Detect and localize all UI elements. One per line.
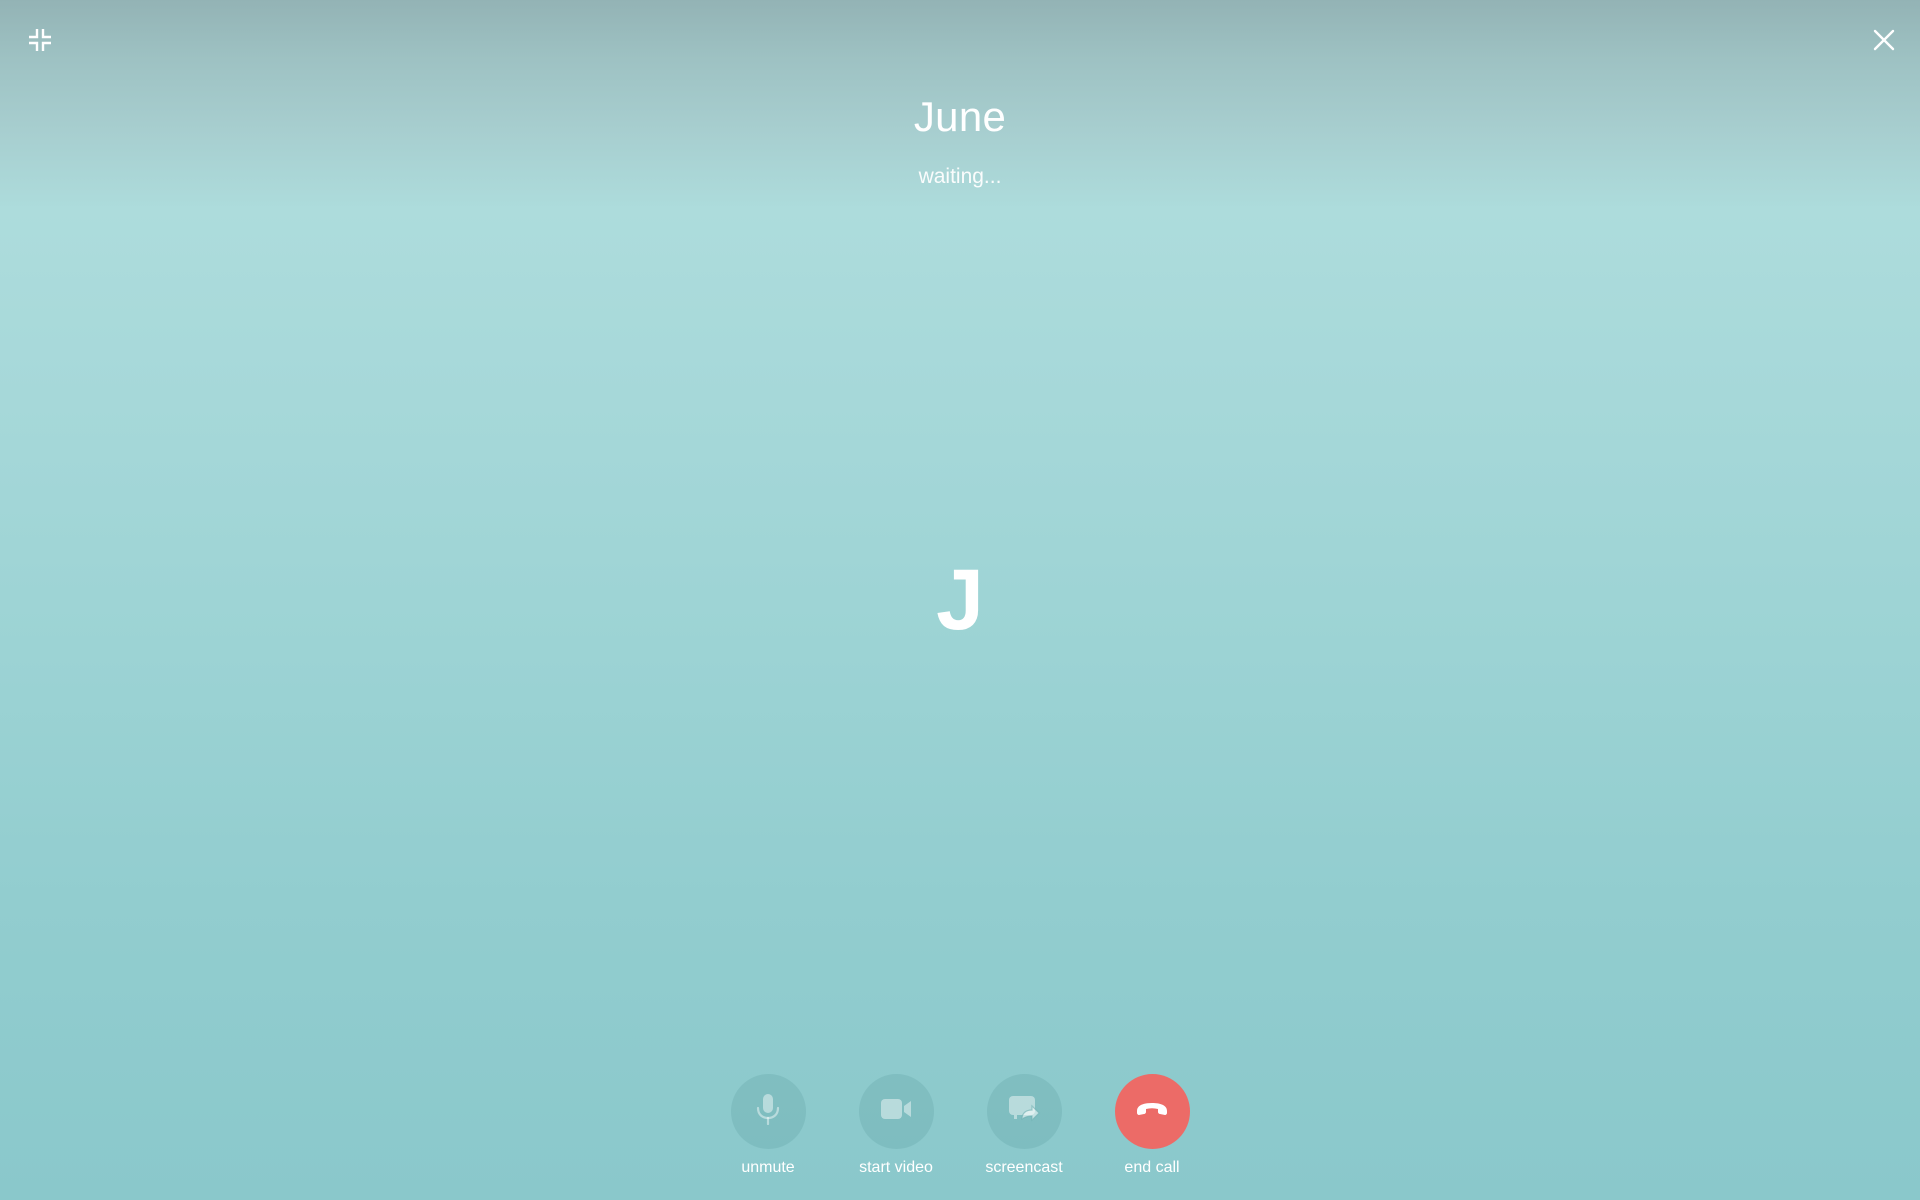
peer-name: June [913,93,1007,140]
video-camera-icon [880,1097,912,1126]
close-button[interactable] [1868,24,1900,56]
unmute-label: unmute [741,1159,795,1176]
screencast-icon [1008,1095,1040,1128]
call-controls: unmute start video screencast end call [700,1074,1220,1178]
end-call-button[interactable]: end call [1114,1074,1190,1178]
close-icon [1873,29,1895,51]
avatar-initial: J [936,552,984,648]
screencast-button-circle[interactable] [986,1074,1062,1149]
exit-fullscreen-button[interactable] [24,24,56,56]
call-status: waiting... [918,165,1002,188]
unmute-button-circle[interactable] [730,1074,806,1149]
screencast-button[interactable]: screencast [985,1074,1063,1178]
start-video-button[interactable]: start video [858,1074,934,1178]
start-video-button-circle[interactable] [858,1074,934,1149]
end-call-label: end call [1124,1159,1180,1176]
hang-up-icon [1135,1101,1169,1122]
start-video-label: start video [859,1159,933,1176]
screencast-label: screencast [985,1159,1063,1176]
collapse-fullscreen-icon [29,29,51,51]
call-window: June waiting... J unmute start video scr… [0,0,1920,1200]
unmute-button[interactable]: unmute [730,1074,806,1178]
microphone-icon [754,1093,782,1130]
end-call-button-circle[interactable] [1114,1074,1190,1149]
